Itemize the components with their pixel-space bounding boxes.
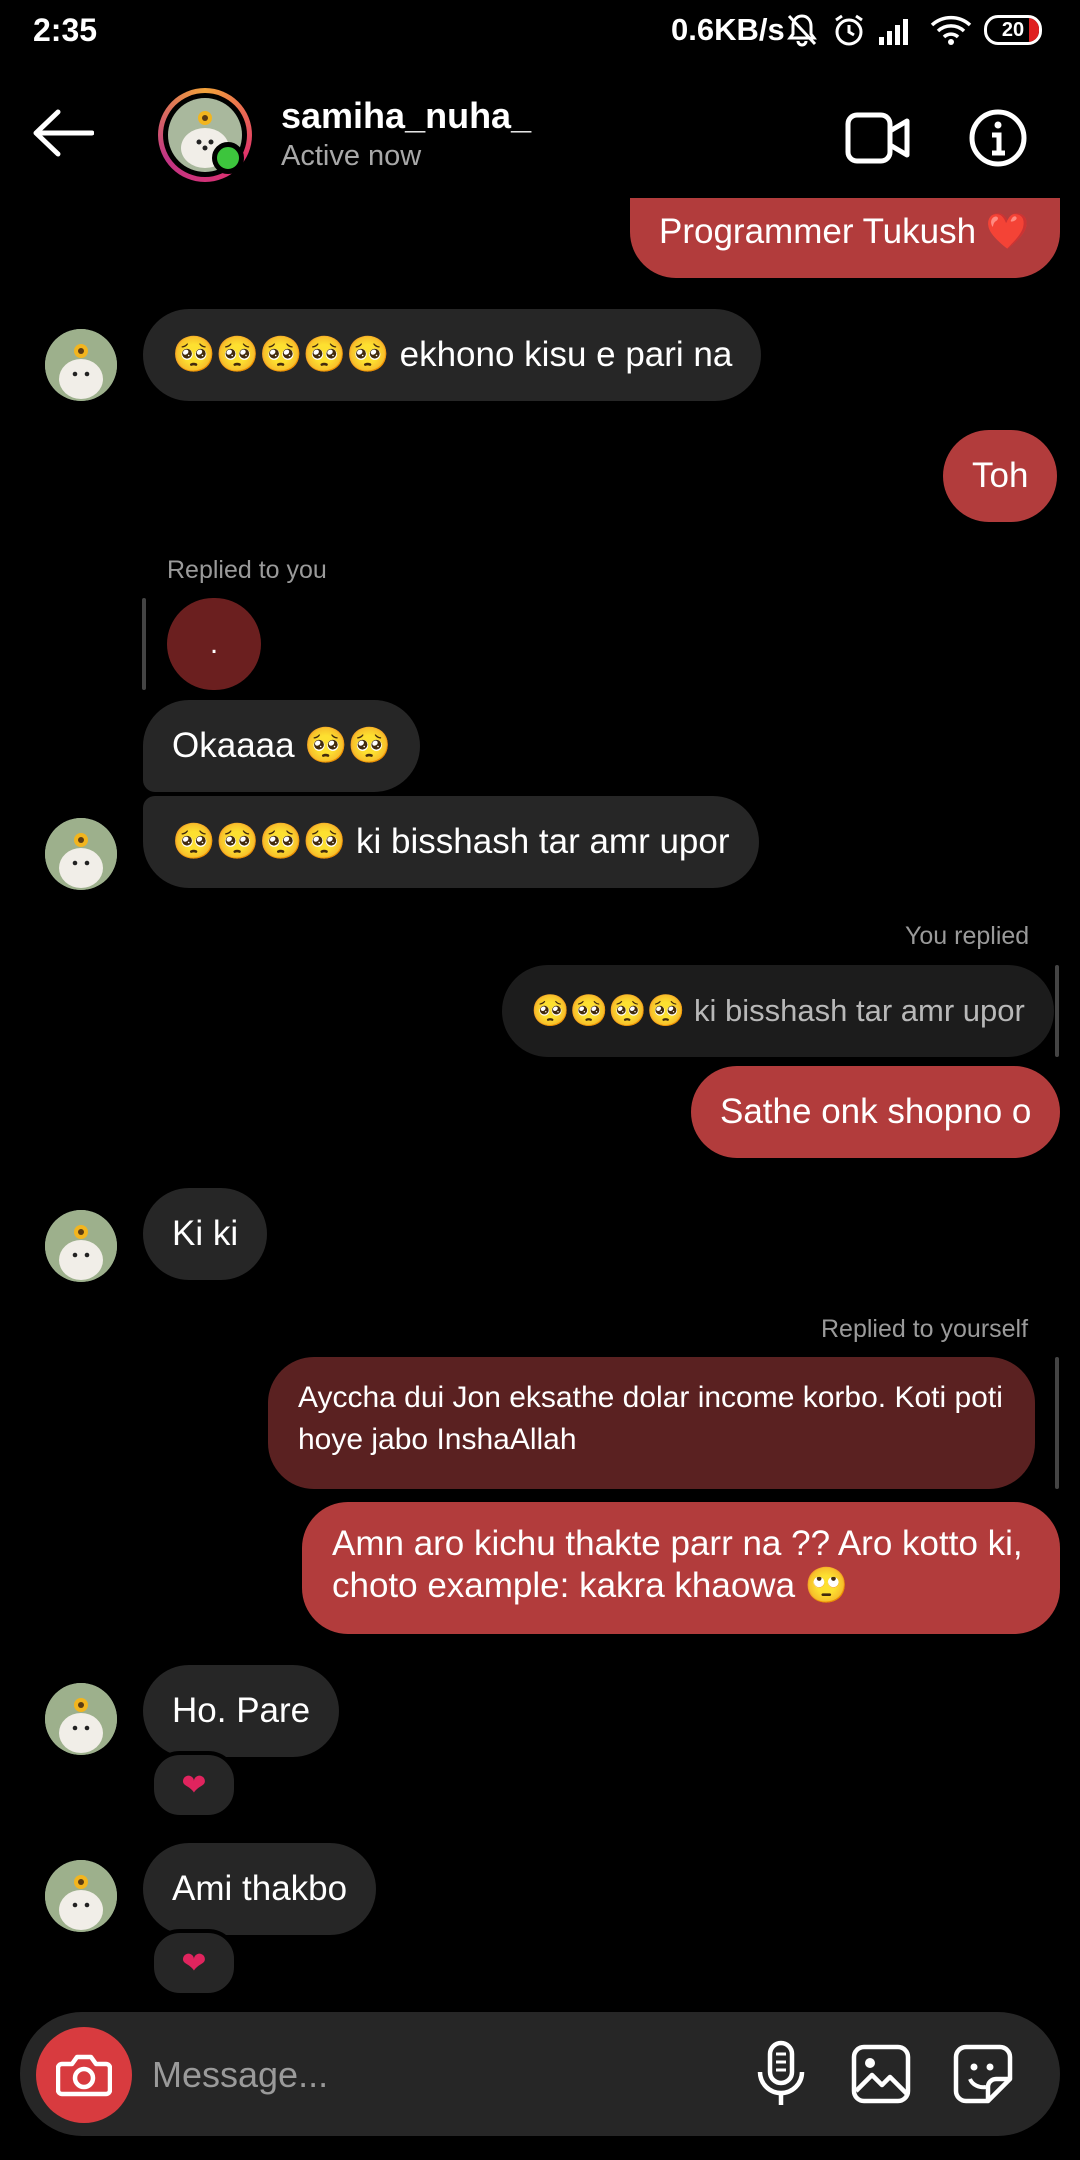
message-text: Programmer Tukush ❤️ <box>659 212 1030 251</box>
incoming-message[interactable]: 🥺🥺🥺🥺 ki bisshash tar amr upor <box>143 796 759 888</box>
status-bar: 2:35 0.6KB/s 20 <box>0 0 1080 60</box>
mute-bell-icon <box>784 12 820 48</box>
microphone-icon <box>757 2040 805 2105</box>
message-text: 🥺🥺🥺🥺🥺 ekhono kisu e pari na <box>172 335 733 374</box>
camera-icon <box>56 2054 112 2097</box>
reply-label: Replied to you <box>167 556 327 584</box>
outgoing-message[interactable]: Toh <box>943 430 1058 522</box>
incoming-message[interactable]: Ami thakbo <box>143 1843 377 1935</box>
message-text: Toh <box>972 456 1029 495</box>
outgoing-message[interactable]: Amn aro kichu thakte parr na ?? Aro kott… <box>302 1502 1060 1634</box>
heart-reaction[interactable]: ❤ <box>150 1751 238 1819</box>
video-call-button[interactable] <box>845 110 911 166</box>
battery-level: 20 <box>1001 18 1025 41</box>
wifi-icon <box>928 12 974 48</box>
back-button[interactable] <box>30 108 110 168</box>
contact-username[interactable]: samiha_nuha_ <box>281 95 531 137</box>
quoted-text: . <box>209 627 219 660</box>
video-camera-icon <box>845 112 910 164</box>
info-icon <box>969 109 1027 167</box>
reply-label: You replied <box>905 922 1030 950</box>
incoming-message[interactable]: Ki ki <box>143 1188 268 1280</box>
reply-indicator-bar <box>1055 1357 1059 1489</box>
conversation-info-button[interactable] <box>968 108 1028 168</box>
sender-avatar[interactable] <box>45 1210 117 1282</box>
dog-avatar-icon <box>45 1683 117 1755</box>
quoted-message[interactable]: Ayccha dui Jon eksathe dolar income korb… <box>268 1357 1035 1489</box>
message-text: Sathe onk shopno o <box>720 1092 1032 1131</box>
incoming-message[interactable]: Okaaaa 🥺🥺 <box>143 700 421 792</box>
sticker-icon <box>953 2044 1013 2104</box>
sender-avatar[interactable] <box>45 818 117 890</box>
heart-icon: ❤ <box>181 1946 207 1980</box>
active-status: Active now <box>281 140 422 172</box>
gallery-button[interactable] <box>850 2043 912 2105</box>
sender-avatar[interactable] <box>45 329 117 401</box>
dog-avatar-icon <box>45 1210 117 1282</box>
message-text: Ami thakbo <box>172 1869 348 1908</box>
back-arrow-icon <box>33 109 95 157</box>
voice-message-button[interactable] <box>754 2040 808 2108</box>
message-text-line: choto example: kakra khaowa 🙄 <box>332 1566 849 1605</box>
message-text: Ki ki <box>172 1214 239 1253</box>
quoted-text-line: hoye jabo InshaAllah <box>298 1423 577 1456</box>
network-speed: 0.6KB/s <box>671 12 785 47</box>
reply-indicator-bar <box>142 598 146 690</box>
alarm-icon <box>830 12 868 48</box>
message-input[interactable] <box>150 2044 714 2106</box>
dog-avatar-icon <box>45 818 117 890</box>
incoming-message[interactable]: 🥺🥺🥺🥺🥺 ekhono kisu e pari na <box>143 309 762 401</box>
sender-avatar[interactable] <box>45 1683 117 1755</box>
dog-avatar-icon <box>45 329 117 401</box>
reply-label: Replied to yourself <box>821 1315 1029 1343</box>
heart-icon: ❤ <box>181 1768 207 1802</box>
incoming-message[interactable]: Ho. Pare <box>143 1665 340 1757</box>
message-text-line: Amn aro kichu thakte parr na ?? Aro kott… <box>332 1524 1023 1563</box>
reply-indicator-bar <box>1055 965 1059 1057</box>
message-text: 🥺🥺🥺🥺 ki bisshash tar amr upor <box>172 822 730 861</box>
image-icon <box>851 2044 911 2104</box>
quoted-text: 🥺🥺🥺🥺 ki bisshash tar amr upor <box>531 993 1025 1028</box>
camera-button[interactable] <box>36 2027 132 2123</box>
status-time: 2:35 <box>33 12 98 48</box>
quoted-message[interactable]: 🥺🥺🥺🥺 ki bisshash tar amr upor <box>502 965 1054 1057</box>
outgoing-message[interactable]: Programmer Tukush ❤️ <box>630 198 1060 278</box>
battery-indicator: 20 <box>984 15 1042 45</box>
dog-avatar-icon <box>45 1860 117 1932</box>
message-text: Ho. Pare <box>172 1691 311 1730</box>
message-text: Okaaaa 🥺🥺 <box>172 726 392 765</box>
sender-avatar[interactable] <box>45 1860 117 1932</box>
quoted-message[interactable]: . <box>167 598 261 690</box>
heart-reaction[interactable]: ❤ <box>150 1929 238 1997</box>
quoted-text-line: Ayccha dui Jon eksathe dolar income korb… <box>298 1381 1003 1414</box>
outgoing-message[interactable]: Sathe onk shopno o <box>691 1066 1061 1158</box>
sticker-button[interactable] <box>952 2043 1014 2105</box>
signal-icon <box>876 12 916 48</box>
online-status-dot <box>212 142 244 174</box>
